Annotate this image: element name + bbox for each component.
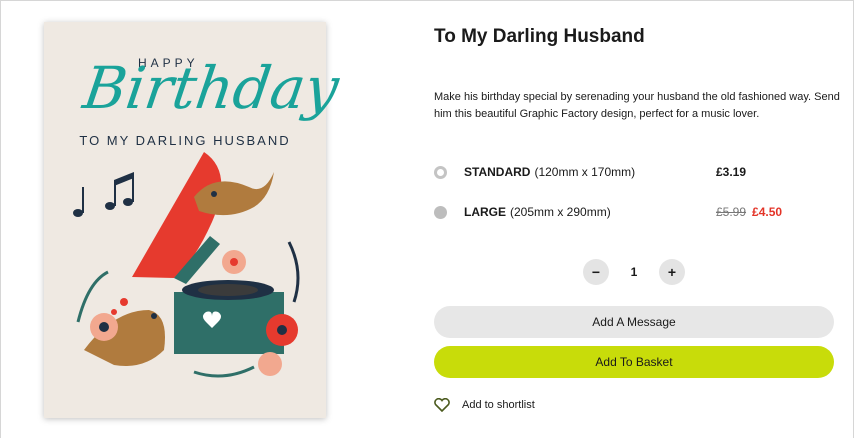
card-illustration — [73, 152, 300, 378]
radio-selected-icon[interactable] — [434, 165, 447, 179]
add-to-shortlist[interactable]: Add to shortlist — [434, 398, 535, 412]
option-large[interactable]: LARGE (205mm x 290mm) — [434, 202, 611, 222]
option-standard[interactable]: STANDARD (120mm x 170mm) — [434, 162, 635, 182]
sale-price: £4.50 — [752, 205, 783, 219]
increase-button[interactable]: + — [659, 259, 685, 285]
option-size: (205mm x 290mm) — [510, 205, 611, 219]
option-name: LARGE — [464, 205, 506, 219]
option-size: (120mm x 170mm) — [534, 165, 636, 179]
option-name: STANDARD — [464, 165, 531, 179]
quantity-value[interactable]: 1 — [609, 265, 659, 279]
heart-icon[interactable] — [434, 398, 450, 412]
add-message-button[interactable]: Add A Message — [434, 306, 834, 338]
product-title: To My Darling Husband — [434, 26, 645, 47]
option-large-price: £5.99 £4.50 — [716, 205, 782, 219]
quantity-stepper: − 1 + — [583, 259, 685, 285]
shortlist-label[interactable]: Add to shortlist — [462, 399, 535, 411]
product-description: Make his birthday special by serenading … — [434, 91, 840, 120]
decrease-button[interactable]: − — [583, 259, 609, 285]
radio-unselected-icon[interactable] — [434, 205, 447, 219]
old-price: £5.99 — [716, 205, 747, 219]
add-to-basket-button[interactable]: Add To Basket — [434, 346, 834, 378]
option-standard-price: £3.19 — [716, 165, 747, 179]
card-image: HAPPY Birthday TO MY DARLING HUSBAND — [44, 22, 343, 418]
